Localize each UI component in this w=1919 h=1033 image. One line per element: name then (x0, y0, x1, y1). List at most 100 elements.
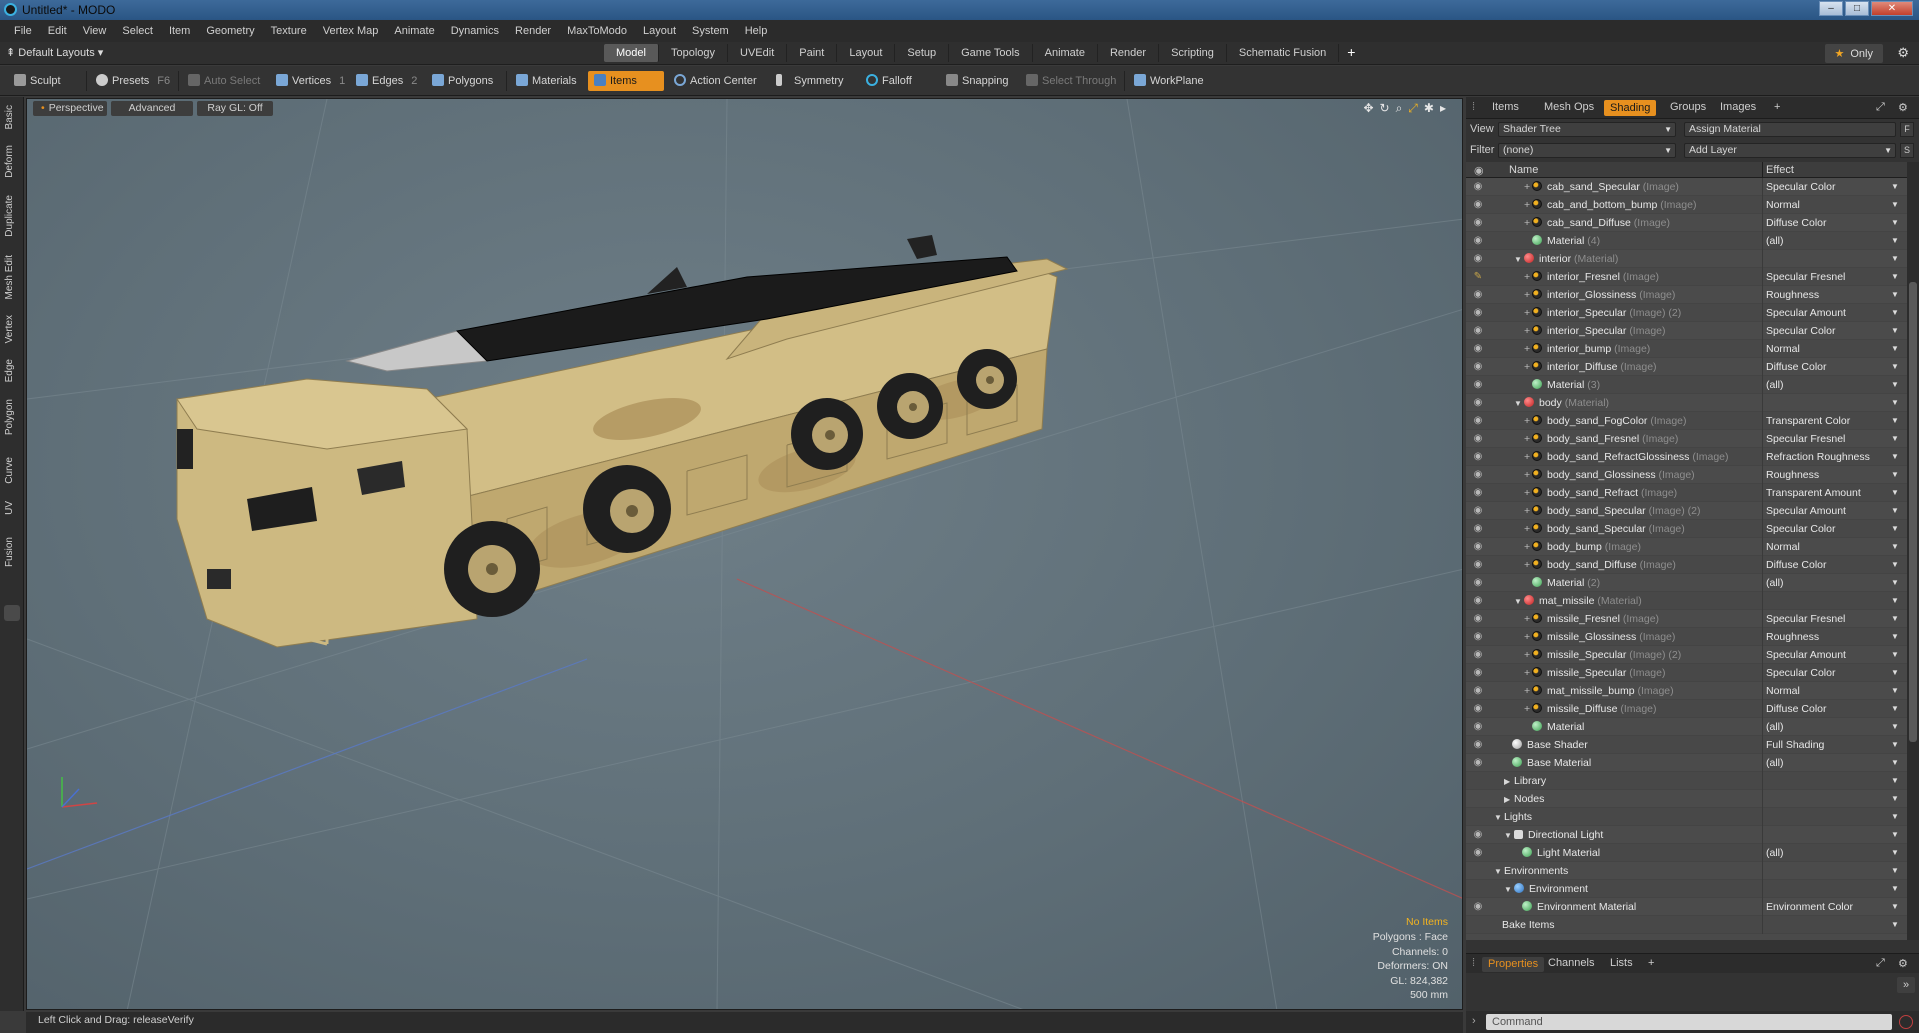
effect-dropdown-arrow-icon[interactable]: ▼ (1891, 268, 1899, 286)
scrollbar-thumb[interactable] (1909, 282, 1917, 742)
s-button[interactable]: S (1900, 143, 1914, 158)
shader-tree-row[interactable]: ◉ Light Material (all) ▼ (1466, 844, 1907, 862)
effect-dropdown-arrow-icon[interactable]: ▼ (1891, 700, 1899, 718)
row-effect[interactable]: Diffuse Color (1766, 556, 1827, 574)
expand-plus-icon[interactable]: + (1524, 610, 1532, 628)
shader-tree-row[interactable]: ◉ + cab_sand_Diffuse (Image) Diffuse Color ▼ (1466, 214, 1907, 232)
expand-plus-icon[interactable]: + (1524, 448, 1532, 466)
effect-dropdown-arrow-icon[interactable]: ▼ (1891, 484, 1899, 502)
properties-settings-icon[interactable]: ⚙ (1898, 957, 1908, 970)
expand-plus-icon[interactable]: + (1524, 700, 1532, 718)
expand-plus-icon[interactable]: + (1524, 556, 1532, 574)
3d-viewport[interactable]: • Perspective Advanced Ray GL: Off ✥ ↻ ⌕ … (26, 98, 1463, 1010)
shader-tree-row[interactable]: ◉ Environment Material Environment Color ▼ (1466, 898, 1907, 916)
visibility-eye-icon[interactable]: ◉ (1470, 538, 1486, 556)
visibility-eye-icon[interactable]: ◉ (1470, 232, 1486, 250)
row-effect[interactable]: (all) (1766, 754, 1784, 772)
row-effect[interactable]: Transparent Amount (1766, 484, 1861, 502)
tooltab-mesh-edit[interactable]: Mesh Edit (4, 255, 15, 299)
tab-render[interactable]: Render (1098, 44, 1160, 62)
menu-item[interactable]: Item (161, 25, 198, 37)
expand-plus-icon[interactable]: + (1524, 358, 1532, 376)
expand-arrow-icon[interactable]: ▶ (1504, 773, 1514, 791)
row-effect[interactable]: (all) (1766, 232, 1784, 250)
tooltab-uv[interactable]: UV (4, 501, 15, 515)
maximize-properties-icon[interactable]: ⤢ (1876, 957, 1885, 970)
effect-dropdown-arrow-icon[interactable]: ▼ (1891, 538, 1899, 556)
shader-tree-row[interactable]: ✎ + interior_Fresnel (Image) Specular Fresn… (1466, 268, 1907, 286)
tab-schematic-fusion[interactable]: Schematic Fusion (1227, 44, 1340, 62)
collapse-arrow-icon[interactable]: ▼ (1494, 863, 1504, 881)
visibility-eye-icon[interactable]: ◉ (1470, 736, 1486, 754)
tooltab-curve[interactable]: Curve (4, 457, 15, 484)
tab-scripting[interactable]: Scripting (1159, 44, 1227, 62)
effect-dropdown-arrow-icon[interactable]: ▼ (1891, 664, 1899, 682)
effect-dropdown-arrow-icon[interactable]: ▼ (1891, 736, 1899, 754)
expand-plus-icon[interactable]: + (1524, 520, 1532, 538)
edges-button[interactable]: Edges 2 (350, 71, 423, 91)
expand-plus-icon[interactable]: + (1524, 178, 1532, 196)
effect-dropdown-arrow-icon[interactable]: ▼ (1891, 772, 1899, 790)
expand-plus-icon[interactable]: + (1524, 466, 1532, 484)
effect-dropdown-arrow-icon[interactable]: ▼ (1891, 916, 1899, 934)
effect-dropdown-arrow-icon[interactable]: ▼ (1891, 322, 1899, 340)
effect-dropdown-arrow-icon[interactable]: ▼ (1891, 412, 1899, 430)
row-effect[interactable]: Specular Amount (1766, 646, 1846, 664)
expand-plus-icon[interactable]: + (1524, 340, 1532, 358)
shader-tree-row[interactable]: ◉ + body_sand_Specular (Image) Specular Col… (1466, 520, 1907, 538)
effect-dropdown-arrow-icon[interactable]: ▼ (1891, 520, 1899, 538)
effect-dropdown-arrow-icon[interactable]: ▼ (1891, 862, 1899, 880)
shader-tree-row[interactable]: ◉ + interior_Glossiness (Image) Roughness ▼ (1466, 286, 1907, 304)
f-button[interactable]: F (1900, 122, 1914, 137)
shader-tree-row[interactable]: ◉ + cab_sand_Specular (Image) Specular Colo… (1466, 178, 1907, 196)
tab-model[interactable]: Model (604, 44, 659, 62)
visibility-eye-icon[interactable]: ◉ (1470, 898, 1486, 916)
row-effect[interactable]: Roughness (1766, 286, 1819, 304)
shader-tree-row[interactable]: ◉ + body_sand_Specular (Image) (2) Specular… (1466, 502, 1907, 520)
perspective-dropdown[interactable]: • Perspective (33, 101, 107, 116)
visibility-eye-icon[interactable]: ◉ (1470, 844, 1486, 862)
expand-plus-icon[interactable]: + (1524, 268, 1532, 286)
effect-dropdown-arrow-icon[interactable]: ▼ (1891, 448, 1899, 466)
tab-paint[interactable]: Paint (787, 44, 838, 62)
shader-tree-row[interactable]: ◉ ▼ body (Material) ▼ (1466, 394, 1907, 412)
effect-dropdown-arrow-icon[interactable]: ▼ (1891, 844, 1899, 862)
tab-mesh-ops[interactable]: Mesh Ops (1544, 101, 1594, 113)
shader-tree-row[interactable]: ◉ ▼ Directional Light ▼ (1466, 826, 1907, 844)
effect-dropdown-arrow-icon[interactable]: ▼ (1891, 394, 1899, 412)
effect-dropdown-arrow-icon[interactable]: ▼ (1891, 790, 1899, 808)
effect-dropdown-arrow-icon[interactable]: ▼ (1891, 628, 1899, 646)
auto-select-button[interactable]: Auto Select (182, 71, 266, 91)
effect-dropdown-arrow-icon[interactable]: ▼ (1891, 610, 1899, 628)
row-effect[interactable]: Normal (1766, 340, 1800, 358)
shader-tree-row[interactable]: Bake Items ▼ (1466, 916, 1907, 934)
row-effect[interactable]: Specular Fresnel (1766, 610, 1845, 628)
tab-animate[interactable]: Animate (1033, 44, 1098, 62)
workplane-button[interactable]: WorkPlane (1128, 71, 1210, 91)
effect-dropdown-arrow-icon[interactable]: ▼ (1891, 376, 1899, 394)
view-select[interactable]: Shader Tree ▼ (1498, 122, 1676, 137)
visibility-eye-icon[interactable]: ◉ (1470, 466, 1486, 484)
visibility-eye-icon[interactable]: ◉ (1470, 754, 1486, 772)
expand-plus-icon[interactable]: + (1524, 304, 1532, 322)
row-effect[interactable]: Roughness (1766, 466, 1819, 484)
panel-settings-icon[interactable]: ⚙ (1898, 101, 1908, 114)
snapping-button[interactable]: Snapping (940, 71, 1015, 91)
tooltab-basic[interactable]: Basic (4, 105, 15, 129)
tooltab-vertex[interactable]: Vertex (4, 315, 15, 343)
tab-images[interactable]: Images (1720, 101, 1756, 113)
pan-icon[interactable]: ✥ (1363, 101, 1373, 116)
add-layout-tab-button[interactable]: + (1339, 44, 1363, 62)
row-effect[interactable]: Specular Amount (1766, 304, 1846, 322)
row-effect[interactable]: Diffuse Color (1766, 214, 1827, 232)
default-layouts-dropdown[interactable]: ⇞ Default Layouts ▾ (6, 46, 103, 59)
visibility-eye-icon[interactable]: ◉ (1470, 430, 1486, 448)
expand-plus-icon[interactable]: + (1524, 412, 1532, 430)
shader-tree-row[interactable]: ▼ Environments ▼ (1466, 862, 1907, 880)
visibility-eye-icon[interactable]: ◉ (1470, 502, 1486, 520)
shader-tree-row[interactable]: ◉ Material (all) ▼ (1466, 718, 1907, 736)
visibility-eye-icon[interactable]: ◉ (1470, 556, 1486, 574)
row-effect[interactable]: Specular Color (1766, 322, 1835, 340)
visibility-eye-icon[interactable]: ◉ (1470, 322, 1486, 340)
filter-select[interactable]: (none) ▼ (1498, 143, 1676, 158)
